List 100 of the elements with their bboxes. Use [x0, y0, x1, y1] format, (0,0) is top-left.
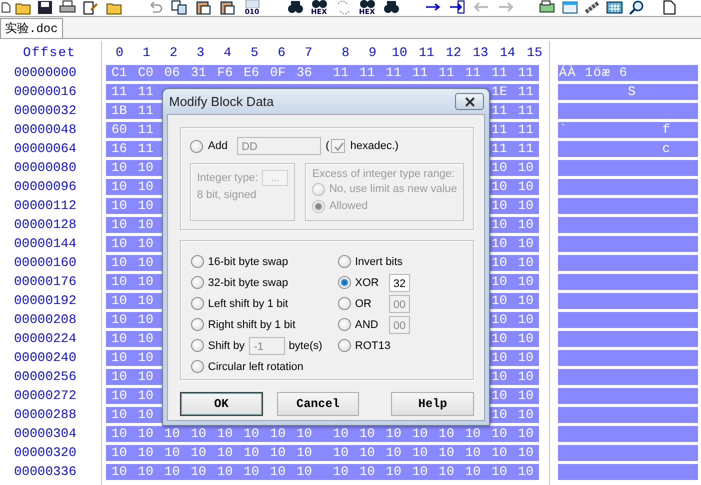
radio-button[interactable]: [338, 339, 351, 352]
unit-label: byte(s): [288, 340, 322, 352]
offset-label: 00000304: [14, 426, 76, 441]
hex-byte: 10: [110, 388, 128, 404]
file-tab[interactable]: 实验.doc: [0, 18, 63, 38]
radio-label: ROT13: [355, 340, 390, 352]
offset-header: Offset: [23, 44, 76, 60]
hex-byte: C1: [110, 64, 128, 80]
hex-byte: 10: [136, 368, 154, 384]
search-icon: [628, 0, 646, 15]
hex-byte: 10: [358, 426, 376, 442]
hex-byte: 10: [490, 426, 508, 442]
offset-label: 00000128: [14, 217, 76, 232]
close-button[interactable]: [455, 93, 484, 110]
dialog-button[interactable]: Help: [391, 392, 474, 416]
column-header: 14: [498, 44, 516, 60]
dialog-button[interactable]: OK: [180, 392, 263, 416]
hex-byte: 10: [216, 444, 234, 460]
input-field[interactable]: 32: [389, 274, 410, 292]
hex-byte: 10: [411, 444, 429, 460]
offset-label: 00000208: [14, 312, 76, 327]
excess-title: Excess of integer type range:: [312, 168, 456, 180]
hex-byte: 11: [516, 122, 535, 138]
hex-byte: 10: [269, 464, 287, 480]
radio-button[interactable]: [338, 297, 351, 310]
hex-byte: 10: [110, 406, 128, 422]
hex-byte: 10: [516, 406, 535, 422]
hex-byte: 10: [516, 444, 535, 460]
dialog-button[interactable]: Cancel: [276, 392, 360, 416]
hex-byte: 10: [516, 312, 535, 328]
radio-button[interactable]: [191, 360, 204, 373]
hex-byte: 10: [110, 236, 128, 252]
hex-byte: 10: [332, 444, 350, 460]
text-preview: ` f: [558, 122, 671, 138]
hex-byte: 10: [110, 330, 128, 346]
radio-label: Add: [208, 140, 228, 152]
column-header: 11: [418, 44, 436, 60]
hex-byte: 10: [110, 274, 128, 290]
offset-label: 00000080: [14, 160, 76, 175]
hex-byte: 10: [516, 426, 535, 442]
hex-byte: 11: [490, 102, 508, 118]
hex-byte: 10: [516, 254, 535, 270]
hex-byte: 10: [516, 388, 535, 404]
hex-byte: 10: [242, 426, 260, 442]
hex-byte: 11: [384, 64, 402, 80]
hex-byte: 10: [110, 254, 128, 270]
offset-label: 00000048: [14, 122, 76, 137]
hex-byte: 10: [464, 444, 482, 460]
hex-byte: 11: [332, 64, 350, 80]
hex-byte: 0F: [269, 64, 287, 80]
hex-byte: 10: [516, 464, 535, 480]
radio-button[interactable]: [338, 276, 351, 289]
hex-byte: 10: [110, 444, 128, 460]
radio-button[interactable]: [191, 276, 204, 289]
column-header: 13: [472, 44, 490, 60]
dialog-title: Modify Block Data: [169, 94, 274, 109]
radio-label: Invert bits: [355, 256, 403, 268]
column-header: 15: [526, 44, 544, 60]
hex-byte: 10: [516, 216, 535, 232]
hex-byte: 11: [490, 64, 508, 80]
hex-byte: 10: [490, 254, 508, 270]
hex-byte: 10: [242, 444, 260, 460]
hex-byte: 10: [490, 198, 508, 214]
hex-byte: 10: [490, 368, 508, 384]
hex-byte: 10: [490, 330, 508, 346]
hex-byte: 60: [110, 122, 128, 138]
hex-byte: 11: [136, 84, 154, 100]
integer-type-label: Integer type:: [197, 172, 258, 184]
offset-label: 00000256: [14, 369, 76, 384]
radio-label: 16-bit byte swap: [208, 256, 288, 268]
hex-byte: 10: [136, 444, 154, 460]
offset-label: 00000192: [14, 293, 76, 308]
hex-byte: 10: [136, 388, 154, 404]
hex-byte: 10: [490, 236, 508, 252]
hex-byte: 10: [295, 426, 314, 442]
hex-byte: 10: [490, 312, 508, 328]
hex-byte: 10: [163, 464, 181, 480]
binoculars-icon: [310, 0, 328, 8]
radio-label: Left shift by 1 bit: [208, 298, 288, 310]
hex-byte: 10: [136, 330, 154, 346]
arrow-into-box-icon: [448, 0, 466, 15]
hex-byte: 31: [190, 64, 208, 80]
hex-byte: 11: [438, 64, 456, 80]
hex-byte: 10: [110, 368, 128, 384]
binoculars-icon: [286, 0, 304, 15]
hex-byte: 10: [516, 330, 535, 346]
radio-label: Allowed: [329, 200, 368, 212]
hex-byte: 10: [358, 444, 376, 460]
hex-byte: 10: [110, 350, 128, 366]
radio-button[interactable]: [338, 318, 351, 331]
radio-button[interactable]: [191, 339, 204, 352]
radio-button[interactable]: [338, 255, 351, 268]
hex-byte: 10: [516, 198, 535, 214]
radio-button[interactable]: [191, 255, 204, 268]
radio-button[interactable]: [191, 297, 204, 310]
column-header: 8: [340, 44, 350, 60]
offset-label: 00000112: [14, 198, 76, 213]
radio-button[interactable]: [191, 318, 204, 331]
hex-byte: E6: [242, 64, 260, 80]
hex-byte: 10: [438, 464, 456, 480]
